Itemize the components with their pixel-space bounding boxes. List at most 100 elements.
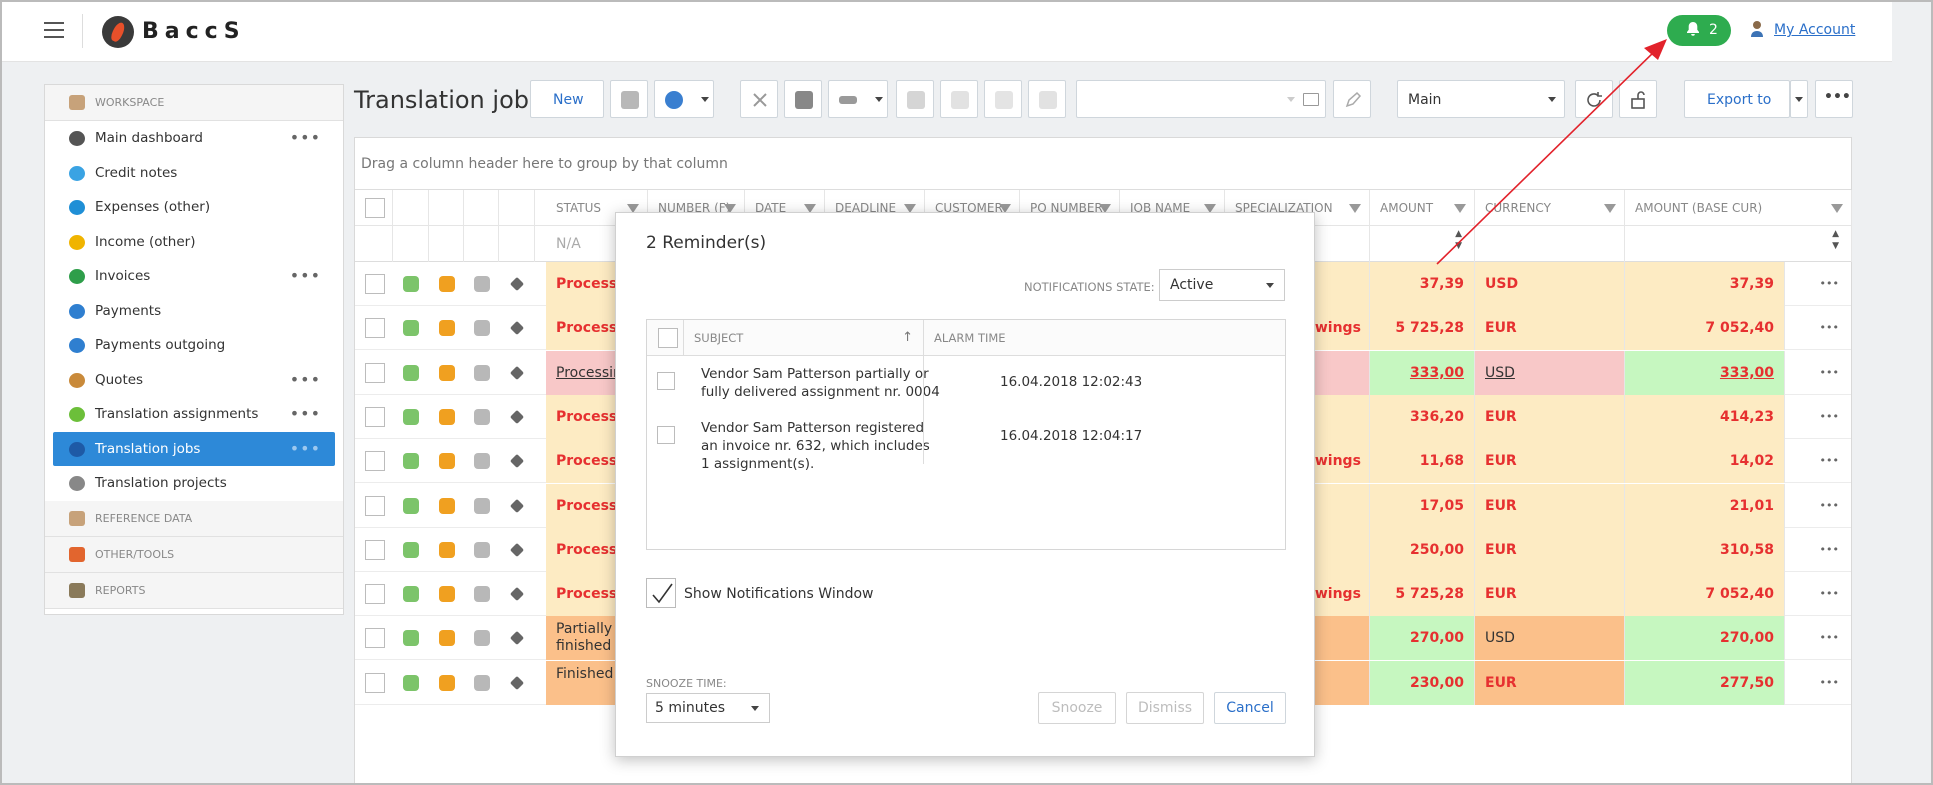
filter-icon[interactable] [1604,204,1616,213]
assignment-icon[interactable] [403,497,419,514]
select-all-checkbox[interactable] [658,328,678,348]
more-icon[interactable]: ••• [290,432,321,467]
date-filter-input[interactable] [1076,80,1326,118]
calendar-icon[interactable] [474,674,490,691]
reminder-checkbox[interactable] [657,426,675,444]
calendar-icon[interactable] [474,497,490,514]
pencil-icon[interactable] [509,409,525,424]
row-checkbox[interactable] [365,584,385,605]
snooze-time-select[interactable]: 5 minutes [646,693,770,723]
reminder-row[interactable]: Vendor Sam Patterson partially or fully … [647,356,1285,410]
column-header-amount-base-cur[interactable]: AMOUNT (BASE CUR) [1625,190,1852,226]
row-more-icon[interactable]: ••• [1820,661,1839,705]
sidebar-section-reports[interactable]: REPORTS [45,572,343,609]
filter-cell[interactable]: ▲ ▼ [1370,226,1475,262]
calendar-icon[interactable] [474,541,490,558]
assignment-icon[interactable] [403,364,419,381]
calendar-button[interactable] [1028,80,1066,118]
sidebar-item-expenses-other[interactable]: Expenses (other) [45,190,343,225]
pencil-icon[interactable] [509,542,525,557]
reminder-row[interactable]: Vendor Sam Patterson registered an invoi… [647,410,1285,472]
sidebar-item-payments-outgoing[interactable]: Payments outgoing [45,328,343,363]
calendar-icon[interactable] [474,320,490,337]
pencil-icon[interactable] [509,631,525,646]
more-icon[interactable]: ••• [290,397,321,432]
calendar-icon[interactable] [474,364,490,381]
group-panel[interactable]: Drag a column header here to group by th… [355,138,1851,190]
calendar-icon[interactable] [474,276,490,292]
envelope-icon[interactable] [439,541,455,558]
reminder-checkbox[interactable] [657,372,675,390]
cancel-button[interactable]: Cancel [1214,692,1286,724]
sidebar-item-payments[interactable]: Payments [45,294,343,329]
sidebar-item-main-dashboard[interactable]: Main dashboard ••• [45,121,343,156]
sidebar-item-quotes[interactable]: Quotes ••• [45,363,343,398]
delete-button[interactable] [740,80,778,118]
sidebar-item-invoices[interactable]: Invoices ••• [45,259,343,294]
reload-button[interactable] [1575,80,1613,118]
refresh-item-button[interactable] [896,80,934,118]
unlock-button[interactable] [1619,80,1657,118]
envelope-icon[interactable] [439,586,455,603]
new-button[interactable]: New [530,80,604,118]
row-more-icon[interactable]: ••• [1820,439,1839,483]
filter-icon[interactable] [1349,204,1361,213]
workflow-button[interactable] [654,80,714,118]
sidebar-item-credit-notes[interactable]: Credit notes [45,156,343,191]
select-all-checkbox[interactable] [365,198,385,218]
spinner-icon[interactable]: ▲ ▼ [1455,228,1462,252]
sidebar-item-translation-assignments[interactable]: Translation assignments ••• [45,397,343,432]
envelope-icon[interactable] [439,674,455,691]
calendar-icon[interactable] [474,586,490,603]
pencil-icon[interactable] [509,321,525,336]
row-more-icon[interactable]: ••• [1820,484,1839,528]
spinner-icon[interactable]: ▲ ▼ [1832,228,1839,252]
filter-cell[interactable] [1475,226,1625,262]
more-icon[interactable]: ••• [290,363,321,398]
more-icon[interactable]: ••• [290,121,321,156]
sidebar-section-reference-data[interactable]: REFERENCE DATA [45,500,343,537]
snooze-button[interactable]: Snooze [1038,692,1116,724]
assignment-icon[interactable] [403,276,419,292]
more-button[interactable]: ••• [1815,80,1853,118]
notifications-state-select[interactable]: Active [1159,269,1285,301]
pencil-icon[interactable] [509,365,525,380]
edit-button[interactable] [1333,80,1371,118]
row-checkbox[interactable] [365,495,385,516]
calendar-icon[interactable] [474,630,490,647]
hamburger-menu-icon[interactable] [44,22,64,38]
pencil-icon[interactable] [509,587,525,602]
header-select-cell[interactable] [355,190,393,226]
export-dropdown-button[interactable] [1790,80,1808,118]
envelope-icon[interactable] [439,408,455,425]
row-checkbox[interactable] [365,362,385,383]
filter-cell[interactable]: ▲ ▼ [1625,226,1852,262]
my-account-link[interactable]: My Account [1774,22,1855,38]
assignment-icon[interactable] [403,453,419,470]
pencil-icon[interactable] [509,454,525,469]
envelope-icon[interactable] [439,630,455,647]
row-more-icon[interactable]: ••• [1820,528,1839,572]
assignment-icon[interactable] [403,541,419,558]
row-checkbox[interactable] [365,406,385,427]
envelope-icon[interactable] [439,364,455,381]
users-button[interactable] [984,80,1022,118]
sidebar-item-translation-jobs[interactable]: Translation jobs ••• [53,431,335,467]
sidebar-item-translation-projects[interactable]: Translation projects [45,466,343,501]
show-notifications-checkbox[interactable] [646,578,676,608]
envelope-icon[interactable] [439,497,455,514]
more-icon[interactable]: ••• [290,259,321,294]
undo-button[interactable] [940,80,978,118]
filter-icon[interactable] [1454,204,1466,213]
row-checkbox[interactable] [365,539,385,560]
sidebar-section-workspace[interactable]: WORKSPACE [45,85,343,121]
row-more-icon[interactable]: ••• [1820,395,1839,439]
row-checkbox[interactable] [365,274,385,294]
column-header-subject[interactable]: SUBJECT ↑ [683,320,923,356]
row-more-icon[interactable]: ••• [1820,351,1839,395]
notifications-button[interactable]: 2 [1667,15,1731,46]
calendar-icon[interactable] [474,453,490,470]
link-button[interactable] [828,80,888,118]
column-header-amount[interactable]: AMOUNT [1370,190,1475,226]
row-checkbox[interactable] [365,451,385,472]
